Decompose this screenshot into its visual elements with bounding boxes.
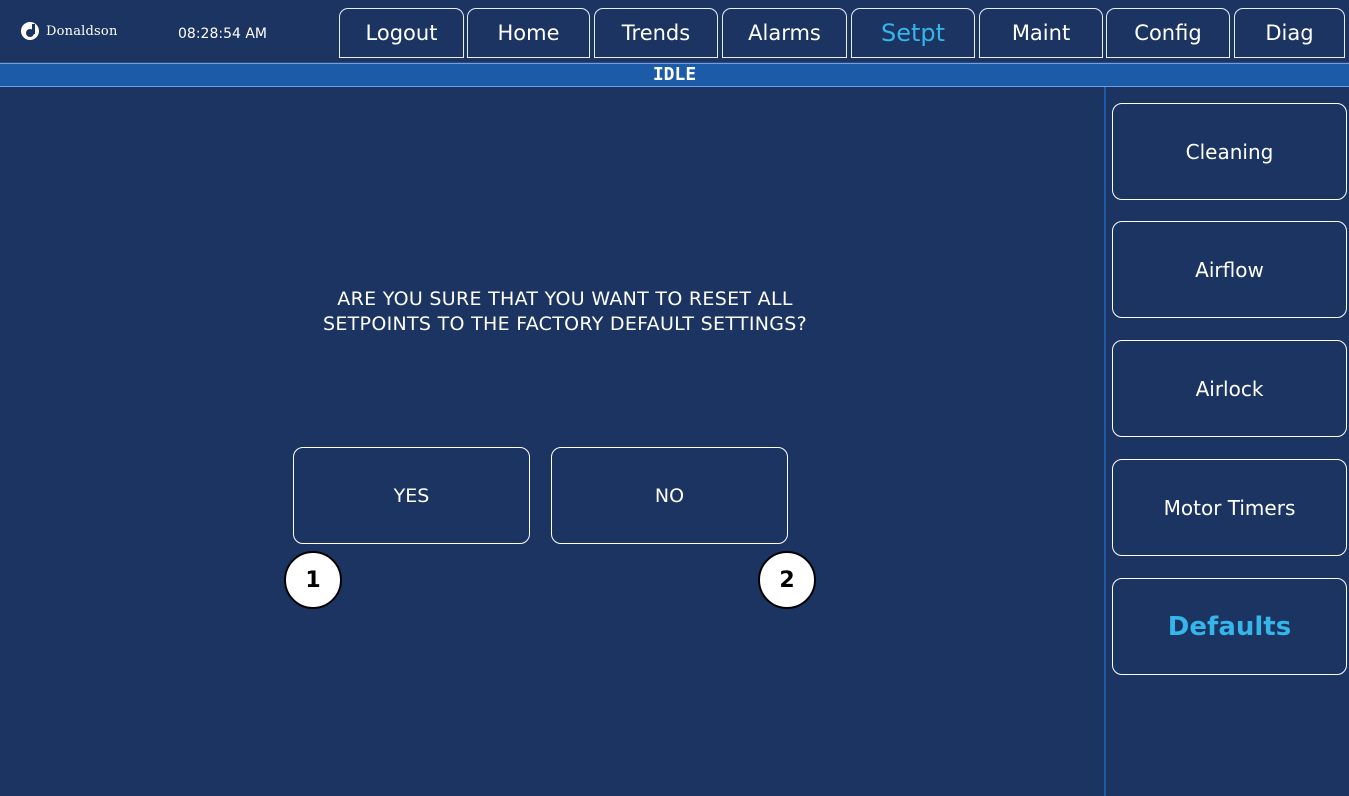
callout-badge-2: 2 bbox=[758, 551, 816, 609]
confirm-message-line-1: ARE YOU SURE THAT YOU WANT TO RESET ALL bbox=[337, 288, 793, 310]
status-bar: IDLE bbox=[0, 63, 1349, 87]
nav-alarms-button[interactable]: Alarms bbox=[722, 8, 847, 58]
nav-maint-button[interactable]: Maint bbox=[979, 8, 1103, 58]
sidebar-item-airflow[interactable]: Airflow bbox=[1112, 221, 1347, 318]
sidebar-item-motor-timers[interactable]: Motor Timers bbox=[1112, 459, 1347, 556]
confirm-message-line-2: SETPOINTS TO THE FACTORY DEFAULT SETTING… bbox=[322, 313, 808, 335]
no-button[interactable]: NO bbox=[551, 447, 788, 544]
top-bar: Donaldson 08:28:54 AM Logout Home Trends… bbox=[0, 0, 1349, 63]
nav-logout-button[interactable]: Logout bbox=[339, 8, 464, 58]
callout-badge-1: 1 bbox=[284, 551, 342, 609]
sidebar-item-defaults[interactable]: Defaults bbox=[1112, 578, 1347, 675]
confirm-message: ARE YOU SURE THAT YOU WANT TO RESET ALL … bbox=[180, 287, 950, 337]
nav-config-button[interactable]: Config bbox=[1106, 8, 1230, 58]
sidebar-item-cleaning[interactable]: Cleaning bbox=[1112, 103, 1347, 200]
nav-home-button[interactable]: Home bbox=[467, 8, 590, 58]
donaldson-logo-icon bbox=[21, 22, 39, 40]
yes-button[interactable]: YES bbox=[293, 447, 530, 544]
logo-text: Donaldson bbox=[46, 23, 118, 39]
sidebar-divider bbox=[1104, 87, 1106, 796]
donaldson-logo: Donaldson bbox=[20, 18, 118, 44]
sidebar-item-airlock[interactable]: Airlock bbox=[1112, 340, 1347, 437]
nav-diag-button[interactable]: Diag bbox=[1234, 8, 1345, 58]
nav-trends-button[interactable]: Trends bbox=[594, 8, 718, 58]
clock-display: 08:28:54 AM bbox=[178, 26, 267, 42]
nav-setpt-button[interactable]: Setpt bbox=[851, 8, 975, 58]
